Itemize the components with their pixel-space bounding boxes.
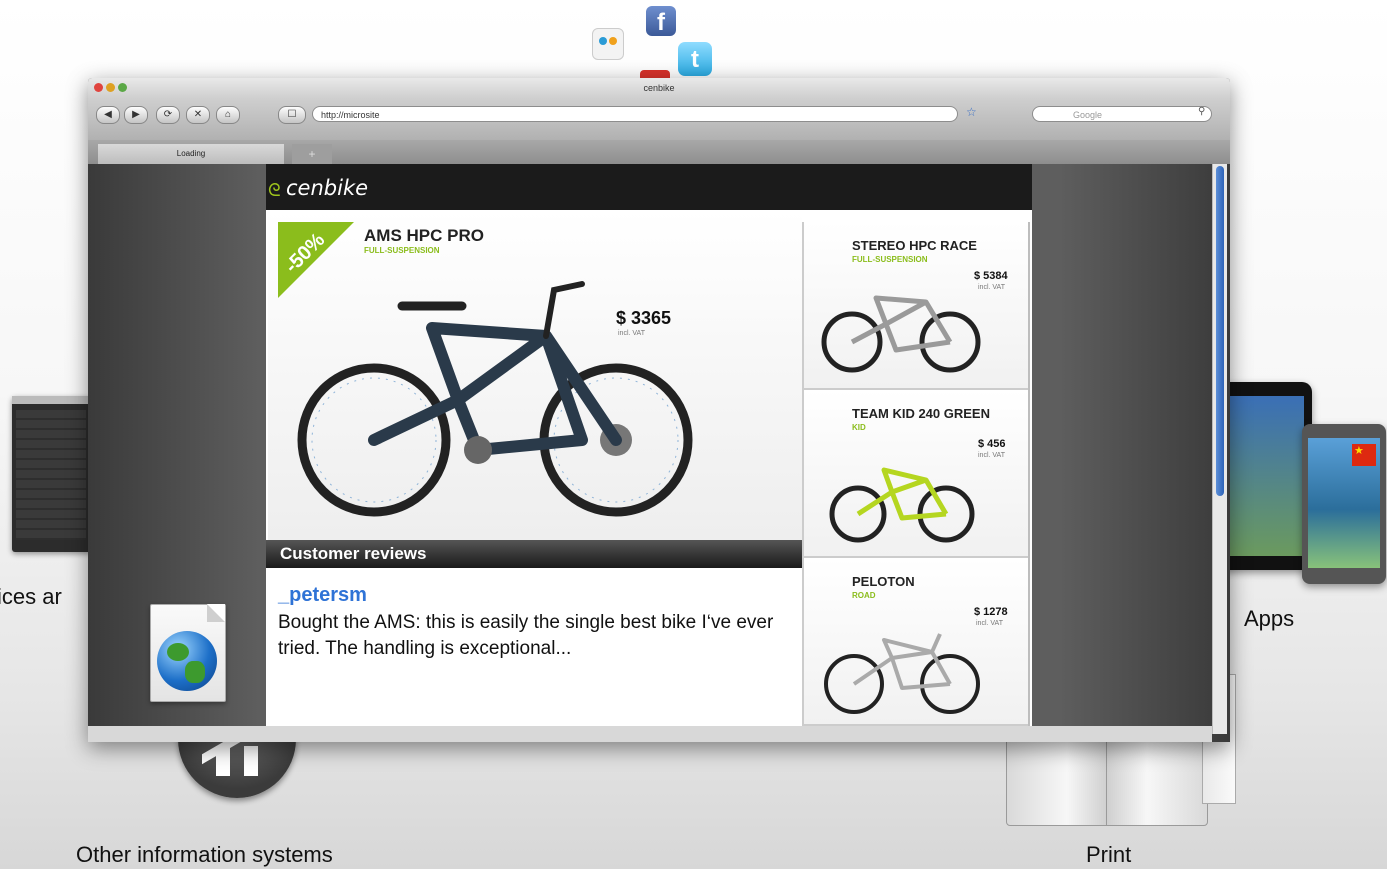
- product-name: TEAM KID 240 GREEN: [852, 406, 990, 421]
- home-button[interactable]: ⌂: [216, 106, 240, 124]
- vertical-scrollbar[interactable]: [1212, 164, 1227, 734]
- status-bar: [88, 726, 1212, 742]
- search-field[interactable]: Google: [1032, 106, 1212, 122]
- bookmark-star-icon[interactable]: ☆: [966, 105, 977, 119]
- review-author[interactable]: _petersm: [278, 584, 367, 607]
- print-caption: Print: [1086, 842, 1132, 867]
- product-card[interactable]: TEAM KID 240 GREEN KID $ 456 incl. VAT: [804, 390, 1028, 558]
- browser-toolbar: ◀ ▶ ⟳ ✕ ⌂ ☐ http://microsite ☆ Google ⚲: [88, 98, 1230, 140]
- tab-loading[interactable]: Loading: [98, 144, 284, 164]
- product-category: FULL-SUSPENSION: [852, 255, 928, 264]
- hero-title[interactable]: AMS HPC PRO: [364, 226, 484, 246]
- back-button[interactable]: ◀: [96, 106, 120, 124]
- address-bar[interactable]: http://microsite: [312, 106, 958, 122]
- bike-image: [821, 295, 981, 373]
- microsite-page: ᘓ cenbike -50% AMS HPC PRO FULL-SUSPENSI…: [266, 164, 1032, 726]
- browser-window: cenbike ◀ ▶ ⟳ ✕ ⌂ ☐ http://microsite ☆ G…: [88, 78, 1230, 742]
- new-tab-button[interactable]: +: [292, 144, 332, 164]
- bike-image: [829, 467, 975, 543]
- bookmark-button[interactable]: ☐: [278, 106, 306, 124]
- tab-bar: Loading +: [88, 140, 1230, 164]
- forward-button[interactable]: ▶: [124, 106, 148, 124]
- globe-icon: [157, 631, 217, 691]
- tablet-android: ★: [1302, 424, 1386, 584]
- twitter-icon: t: [678, 42, 712, 76]
- web-document-icon: [150, 604, 226, 702]
- zoom-window-button[interactable]: [118, 83, 127, 92]
- reload-button[interactable]: ⟳: [156, 106, 180, 124]
- bike-image: [824, 633, 980, 714]
- facebook-icon: f: [646, 6, 676, 36]
- desktop-app-thumbnail: [12, 396, 92, 552]
- product-card[interactable]: STEREO HPC RACE FULL-SUSPENSION $ 5384 i…: [804, 222, 1028, 390]
- left-caption: vices ar: [0, 584, 62, 609]
- china-flag-icon: ★: [1352, 444, 1376, 466]
- product-card[interactable]: PELOTON ROAD $ 1278 incl. VAT: [804, 558, 1028, 726]
- slideshare-icon: [592, 28, 624, 60]
- site-header: ᘓ cenbike: [266, 164, 1032, 210]
- site-logo[interactable]: cenbike: [286, 176, 368, 200]
- product-price: $ 1278: [974, 606, 1008, 618]
- product-sidebar: STEREO HPC RACE FULL-SUSPENSION $ 5384 i…: [802, 222, 1030, 726]
- close-window-button[interactable]: [94, 83, 103, 92]
- apps-caption: Apps: [1244, 606, 1295, 631]
- other-systems-caption: Other information systems: [76, 842, 333, 867]
- product-price: $ 456: [978, 438, 1006, 450]
- review-text: Bought the AMS: this is easily the singl…: [278, 612, 774, 659]
- hero-vat: incl. VAT: [618, 330, 645, 337]
- search-icon: ⚲: [1198, 106, 1206, 117]
- product-category: KID: [852, 423, 866, 432]
- product-name: STEREO HPC RACE: [852, 238, 977, 253]
- reviews-heading: Customer reviews: [266, 540, 804, 568]
- social-icons-cluster: f t: [590, 0, 730, 80]
- product-category: ROAD: [852, 591, 876, 600]
- scrollbar-thumb[interactable]: [1216, 166, 1224, 496]
- hero-subtitle: FULL-SUSPENSION: [364, 246, 440, 255]
- stop-button[interactable]: ✕: [186, 106, 210, 124]
- logo-icon: ᘓ: [268, 180, 281, 200]
- product-name: PELOTON: [852, 574, 915, 589]
- minimize-window-button[interactable]: [106, 83, 115, 92]
- window-title: cenbike: [643, 83, 675, 93]
- hero-price: $ 3365: [616, 308, 672, 328]
- browser-titlebar: cenbike: [88, 78, 1230, 98]
